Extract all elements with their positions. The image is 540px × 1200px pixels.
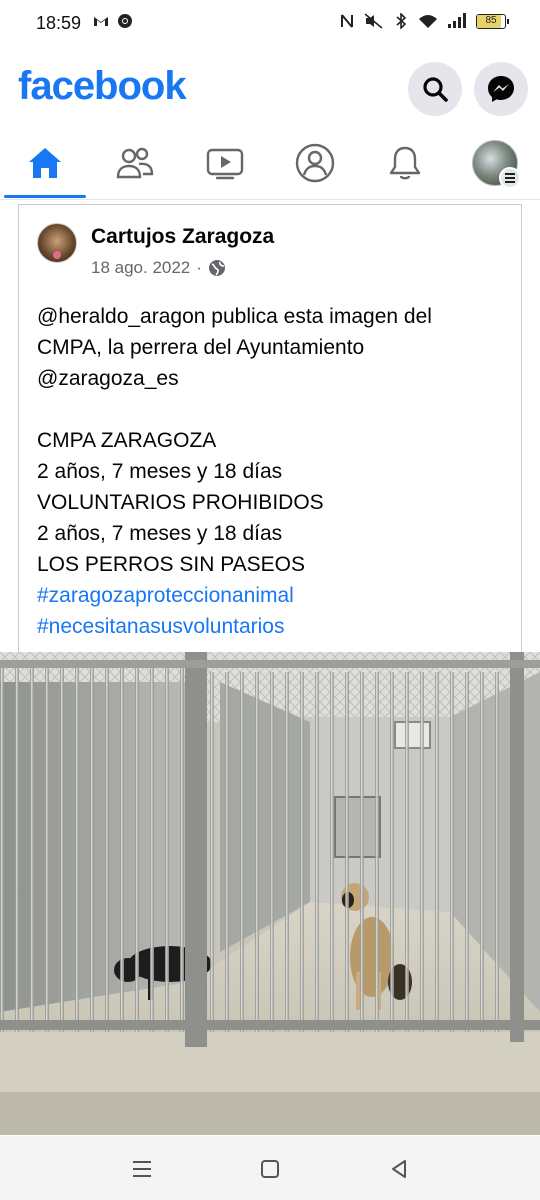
menu-badge bbox=[499, 167, 521, 189]
post-author[interactable]: Cartujos Zaragoza bbox=[91, 225, 274, 249]
home-icon bbox=[29, 148, 61, 178]
search-icon bbox=[423, 77, 448, 102]
bell-icon bbox=[389, 146, 421, 180]
recents-button[interactable] bbox=[127, 1154, 157, 1184]
post-date[interactable]: 18 ago. 2022 bbox=[91, 258, 190, 278]
post-text-line: 2 años, 7 meses y 18 días bbox=[37, 460, 283, 483]
meta-separator: · bbox=[196, 258, 202, 277]
status-time: 18:59 bbox=[36, 13, 82, 33]
facebook-logo[interactable]: facebook bbox=[18, 64, 187, 109]
globe-icon bbox=[208, 260, 225, 276]
status-right-icons: 85 bbox=[339, 13, 509, 29]
tab-profile[interactable] bbox=[270, 128, 360, 198]
tab-notifications[interactable] bbox=[360, 128, 450, 198]
profile-icon bbox=[295, 143, 335, 183]
search-button[interactable] bbox=[408, 62, 462, 116]
home-circle-icon bbox=[261, 1160, 279, 1178]
post-meta: 18 ago. 2022 · bbox=[91, 258, 226, 278]
author-avatar[interactable] bbox=[37, 223, 77, 263]
tab-watch[interactable] bbox=[180, 128, 270, 198]
mute-icon bbox=[364, 13, 383, 29]
post-text-line: LOS PERROS SIN PASEOS bbox=[37, 553, 306, 576]
nfc-icon bbox=[341, 14, 353, 28]
home-button[interactable] bbox=[255, 1154, 285, 1184]
post-text-line: CMPA, la perrera del Ayuntamiento bbox=[37, 336, 365, 359]
navigation-tabs bbox=[0, 128, 540, 200]
system-nav-bar bbox=[0, 1136, 540, 1200]
kennel-photo bbox=[0, 652, 540, 1135]
battery-level: 85 bbox=[485, 14, 497, 26]
tab-home[interactable] bbox=[0, 128, 90, 198]
post-photo[interactable] bbox=[0, 652, 540, 1135]
wifi-icon bbox=[419, 15, 437, 28]
post-text: @heraldo_aragon publica esta imagen del … bbox=[37, 301, 507, 642]
video-icon bbox=[206, 148, 244, 180]
app-header: facebook bbox=[0, 56, 540, 122]
post-text-line: @zaragoza_es bbox=[37, 367, 179, 390]
hashtag-link[interactable]: #necesitanasusvoluntarios bbox=[37, 611, 507, 642]
messenger-icon bbox=[488, 76, 514, 102]
status-bar: 18:59 85 bbox=[0, 0, 540, 46]
signal-icon bbox=[448, 13, 466, 28]
recents-icon bbox=[133, 1161, 151, 1177]
hashtag-link[interactable]: #zaragozaproteccionanimal bbox=[37, 580, 507, 611]
post-text-line: 2 años, 7 meses y 18 días bbox=[37, 522, 283, 545]
back-icon bbox=[392, 1160, 406, 1178]
post-text-line: CMPA ZARAGOZA bbox=[37, 429, 217, 452]
hamburger-icon bbox=[505, 173, 515, 183]
post-card: Cartujos Zaragoza 18 ago. 2022 · @herald… bbox=[18, 204, 522, 664]
tab-menu[interactable] bbox=[450, 128, 540, 198]
back-button[interactable] bbox=[384, 1154, 414, 1184]
gmail-icon bbox=[94, 17, 108, 26]
friends-icon bbox=[116, 147, 154, 179]
battery-icon: 85 bbox=[476, 13, 509, 29]
post-text-line: VOLUNTARIOS PROHIBIDOS bbox=[37, 491, 324, 514]
messenger-button[interactable] bbox=[474, 62, 528, 116]
bluetooth-icon bbox=[396, 13, 407, 29]
chrome-icon bbox=[118, 14, 132, 28]
menu-avatar bbox=[472, 140, 521, 189]
post-text-blank bbox=[37, 394, 507, 425]
tab-friends[interactable] bbox=[90, 128, 180, 198]
post-text-line: @heraldo_aragon publica esta imagen del bbox=[37, 305, 432, 328]
status-left-icons bbox=[93, 13, 133, 29]
